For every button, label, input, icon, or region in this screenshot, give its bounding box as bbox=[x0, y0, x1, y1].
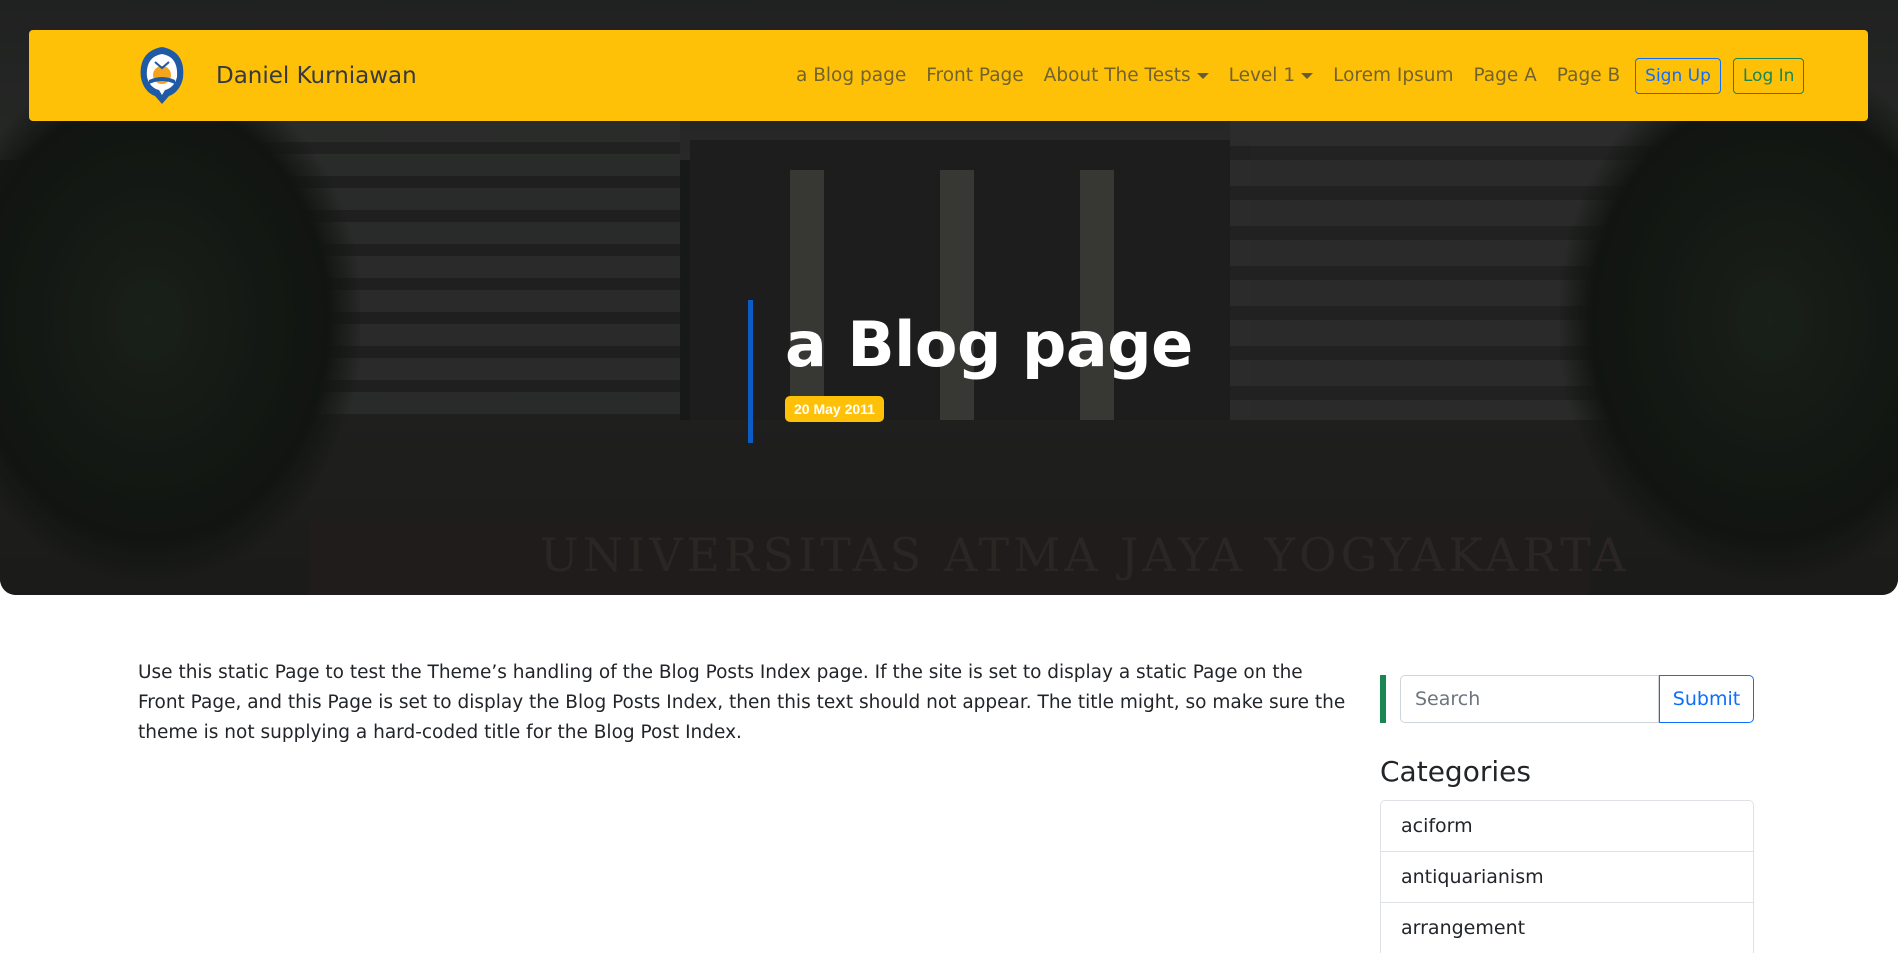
page-body-text: Use this static Page to test the Theme’s… bbox=[138, 662, 1346, 743]
university-logo-icon[interactable] bbox=[133, 44, 191, 106]
sign-up-button[interactable]: Sign Up bbox=[1635, 57, 1721, 94]
category-item[interactable]: arrangement bbox=[1381, 903, 1753, 953]
category-item[interactable]: antiquarianism bbox=[1381, 852, 1753, 903]
log-in-button[interactable]: Log In bbox=[1732, 57, 1805, 94]
search-submit-button[interactable]: Submit bbox=[1659, 675, 1754, 723]
navbar: Daniel Kurniawan a Blog page Front Page … bbox=[29, 30, 1868, 121]
caret-down-icon bbox=[1301, 72, 1314, 79]
nav-link-lorem-ipsum[interactable]: Lorem Ipsum bbox=[1333, 65, 1453, 86]
page-title: a Blog page bbox=[785, 308, 1193, 381]
nav-link-front-page[interactable]: Front Page bbox=[926, 65, 1023, 86]
category-item[interactable]: aciform bbox=[1381, 801, 1753, 852]
hero-title-block: a Blog page 20 May 2011 bbox=[748, 300, 1193, 443]
sidebar: Submit Categories aciform antiquarianism… bbox=[1380, 675, 1754, 953]
search-form: Submit bbox=[1380, 675, 1754, 723]
nav-link-blog-page[interactable]: a Blog page bbox=[796, 65, 906, 86]
date-badge: 20 May 2011 bbox=[785, 396, 884, 422]
nav-links: a Blog page Front Page About The Tests L… bbox=[796, 30, 1805, 121]
nav-link-page-b[interactable]: Page B bbox=[1557, 65, 1620, 86]
categories-heading: Categories bbox=[1380, 755, 1531, 788]
nav-dropdown-level-1[interactable]: Level 1 bbox=[1229, 65, 1314, 86]
nav-link-page-a[interactable]: Page A bbox=[1473, 65, 1536, 86]
categories-list: aciform antiquarianism arrangement bbox=[1380, 800, 1754, 953]
caret-down-icon bbox=[1196, 72, 1209, 79]
search-input[interactable] bbox=[1400, 675, 1659, 723]
brand-name[interactable]: Daniel Kurniawan bbox=[216, 63, 417, 89]
nav-dropdown-about-the-tests[interactable]: About The Tests bbox=[1044, 65, 1209, 86]
